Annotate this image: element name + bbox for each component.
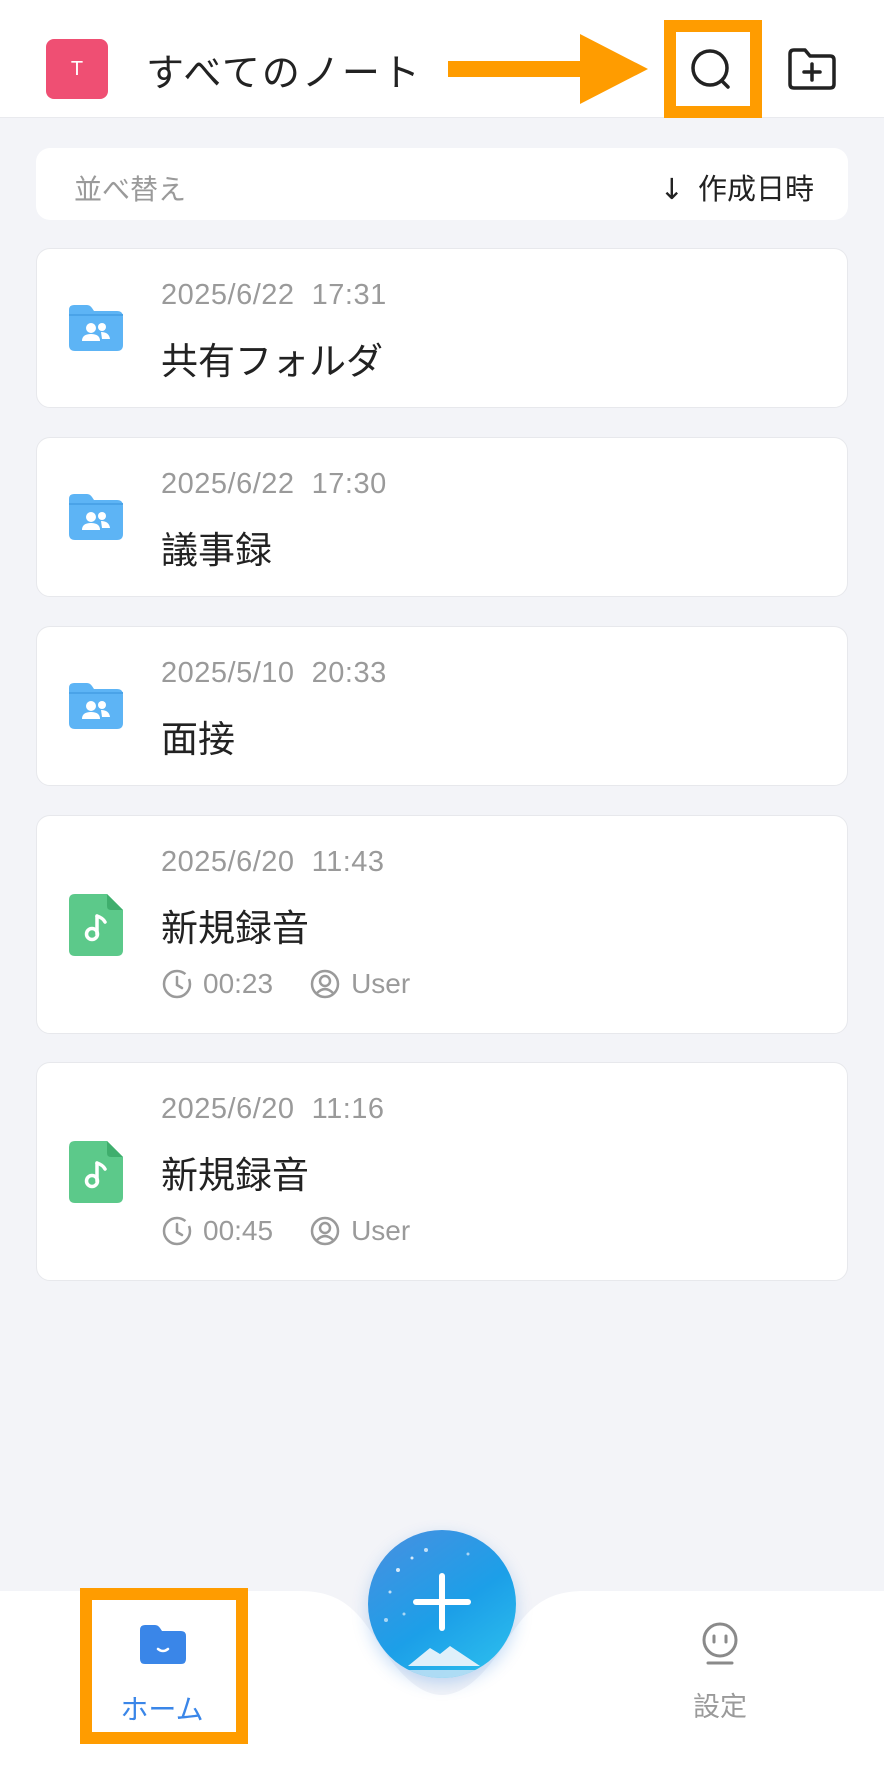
- item-title: 面接: [161, 718, 235, 761]
- item-duration: 00:45: [203, 1215, 274, 1246]
- new-recording-button[interactable]: [368, 1530, 516, 1678]
- sort-value-label: 作成日時: [697, 172, 814, 206]
- shared-folder-icon: [69, 494, 123, 540]
- item-title: 共有フォルダ: [161, 340, 383, 383]
- plus-icon: [384, 1548, 480, 1678]
- list-item[interactable]: 2025/5/10 20:33 面接: [36, 626, 848, 786]
- arrow-down-icon: ↓: [659, 172, 684, 206]
- item-duration: 00:23: [203, 968, 274, 999]
- list-item[interactable]: 2025/6/20 11:16 新規録音 00:45 User: [36, 1062, 848, 1281]
- tab-settings-label: 設定: [693, 1692, 747, 1723]
- item-date: 2025/6/22 17:30: [161, 468, 387, 500]
- shared-folder-icon: [69, 305, 123, 351]
- item-title: 新規録音: [161, 907, 309, 950]
- clock-icon: [162, 1216, 192, 1246]
- sort-label: 並べ替え: [74, 173, 187, 206]
- item-title: 新規録音: [161, 1154, 309, 1197]
- item-meta: 00:45 User: [161, 1215, 410, 1247]
- tab-settings[interactable]: 設定: [670, 1615, 770, 1725]
- new-folder-icon[interactable]: [786, 46, 838, 92]
- item-user: User: [351, 968, 411, 999]
- item-date: 2025/6/22 17:31: [161, 279, 387, 311]
- avatar[interactable]: T: [46, 39, 108, 99]
- item-date: 2025/6/20 11:16: [161, 1093, 385, 1125]
- item-date: 2025/6/20 11:43: [161, 846, 385, 878]
- list-item[interactable]: 2025/6/22 17:31 共有フォルダ: [36, 248, 848, 408]
- sort-order-button[interactable]: ↓ 作成日時: [660, 166, 814, 208]
- item-date: 2025/5/10 20:33: [161, 657, 387, 689]
- audio-file-icon: [69, 1141, 123, 1203]
- item-meta: 00:23 User: [161, 968, 410, 1000]
- clock-icon: [162, 969, 192, 999]
- shared-folder-icon: [69, 683, 123, 729]
- user-icon: [310, 969, 340, 999]
- list-item[interactable]: 2025/6/22 17:30 議事録: [36, 437, 848, 597]
- item-user: User: [351, 1215, 411, 1246]
- settings-face-icon: [702, 1622, 738, 1665]
- search-highlight-box: [664, 20, 762, 118]
- sort-bar: 並べ替え ↓ 作成日時: [36, 148, 848, 220]
- page-title: すべてのノート: [146, 51, 422, 95]
- home-highlight-box: [80, 1588, 248, 1744]
- audio-file-icon: [69, 894, 123, 956]
- list-item[interactable]: 2025/6/20 11:43 新規録音 00:23 User: [36, 815, 848, 1034]
- user-icon: [310, 1216, 340, 1246]
- annotation-arrow-icon: [448, 34, 648, 104]
- item-title: 議事録: [161, 529, 272, 572]
